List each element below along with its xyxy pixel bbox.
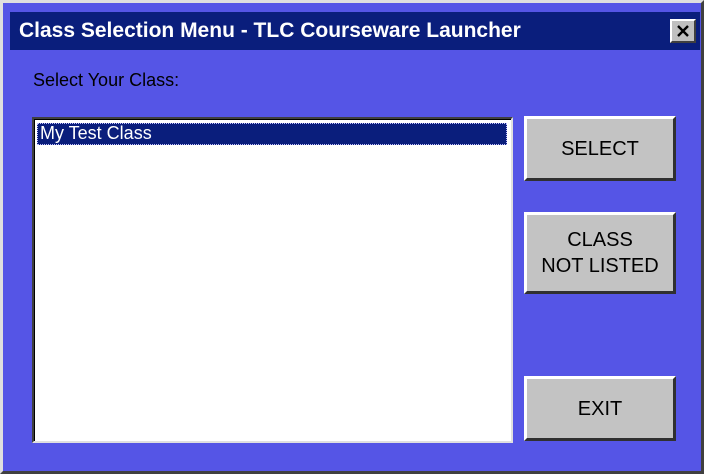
class-not-listed-line2: NOT LISTED — [541, 255, 659, 277]
class-selection-window: Class Selection Menu - TLC Courseware La… — [0, 0, 704, 474]
window-title: Class Selection Menu - TLC Courseware La… — [19, 19, 521, 42]
class-not-listed-button[interactable]: CLASS NOT LISTED — [524, 212, 676, 294]
select-class-label: Select Your Class: — [33, 70, 180, 90]
close-x-icon — [677, 25, 689, 37]
class-not-listed-line1: CLASS — [567, 229, 633, 251]
list-item[interactable]: My Test Class — [37, 123, 507, 145]
class-list[interactable]: My Test Class — [32, 117, 513, 443]
exit-button[interactable]: EXIT — [524, 376, 676, 441]
select-button[interactable]: SELECT — [524, 116, 676, 181]
class-not-listed-label: CLASS NOT LISTED — [541, 227, 658, 279]
close-button[interactable] — [670, 19, 696, 43]
title-bar[interactable]: Class Selection Menu - TLC Courseware La… — [10, 12, 700, 50]
